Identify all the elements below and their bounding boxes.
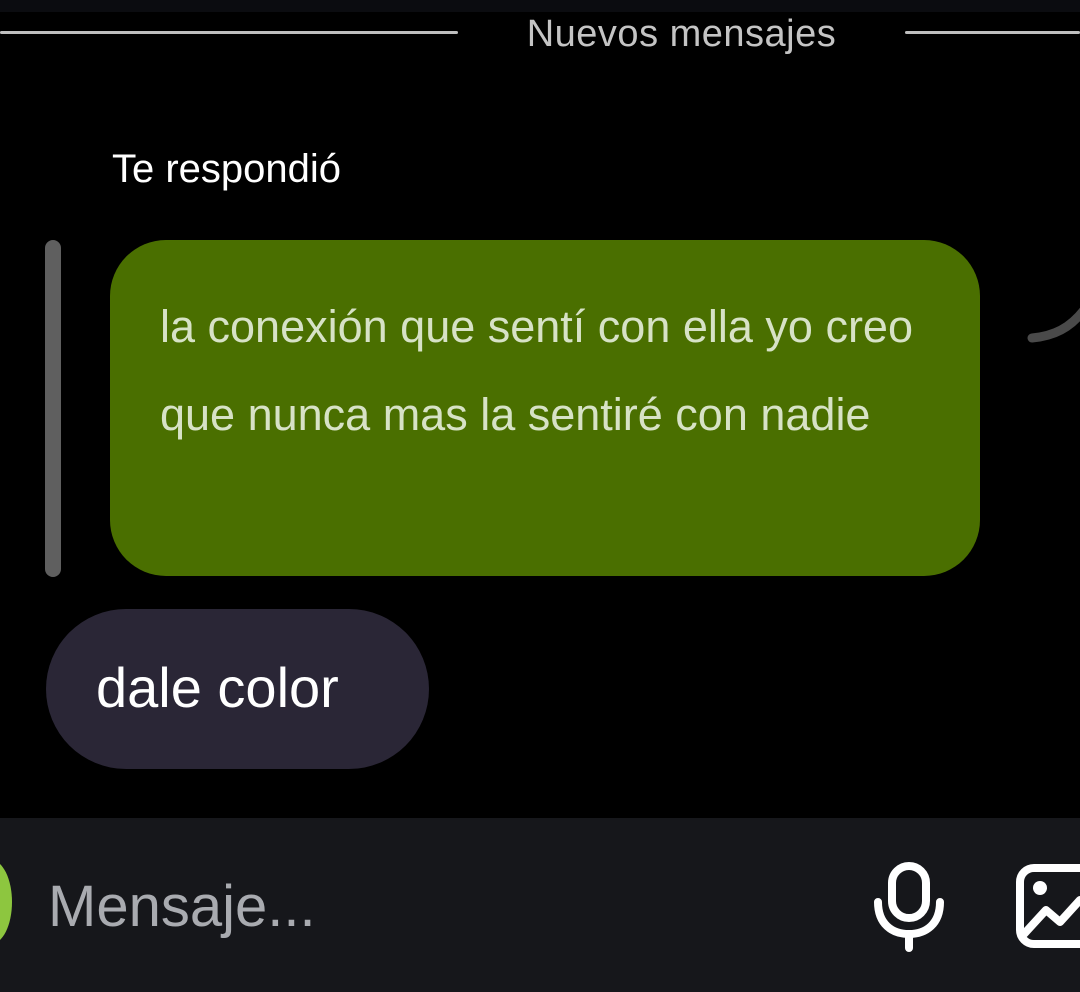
message-bubble[interactable]: dale color — [46, 609, 429, 769]
message-text: dale color — [96, 656, 339, 719]
reply-label: Te respondió — [112, 147, 342, 191]
quoted-message-bubble[interactable]: la conexión que sentí con ella yo creo q… — [110, 240, 980, 576]
divider-label: Nuevos mensajes — [526, 13, 837, 55]
swipe-reply-arrow-icon — [1027, 307, 1080, 343]
quoted-message-text: la conexión que sentí con ella yo creo q… — [160, 301, 913, 440]
message-input[interactable] — [48, 866, 808, 946]
image-icon[interactable] — [1014, 864, 1080, 948]
divider-line-left — [0, 31, 458, 34]
quote-indicator-bar — [45, 240, 61, 577]
microphone-icon[interactable] — [870, 862, 948, 952]
divider-line-right — [905, 31, 1080, 34]
